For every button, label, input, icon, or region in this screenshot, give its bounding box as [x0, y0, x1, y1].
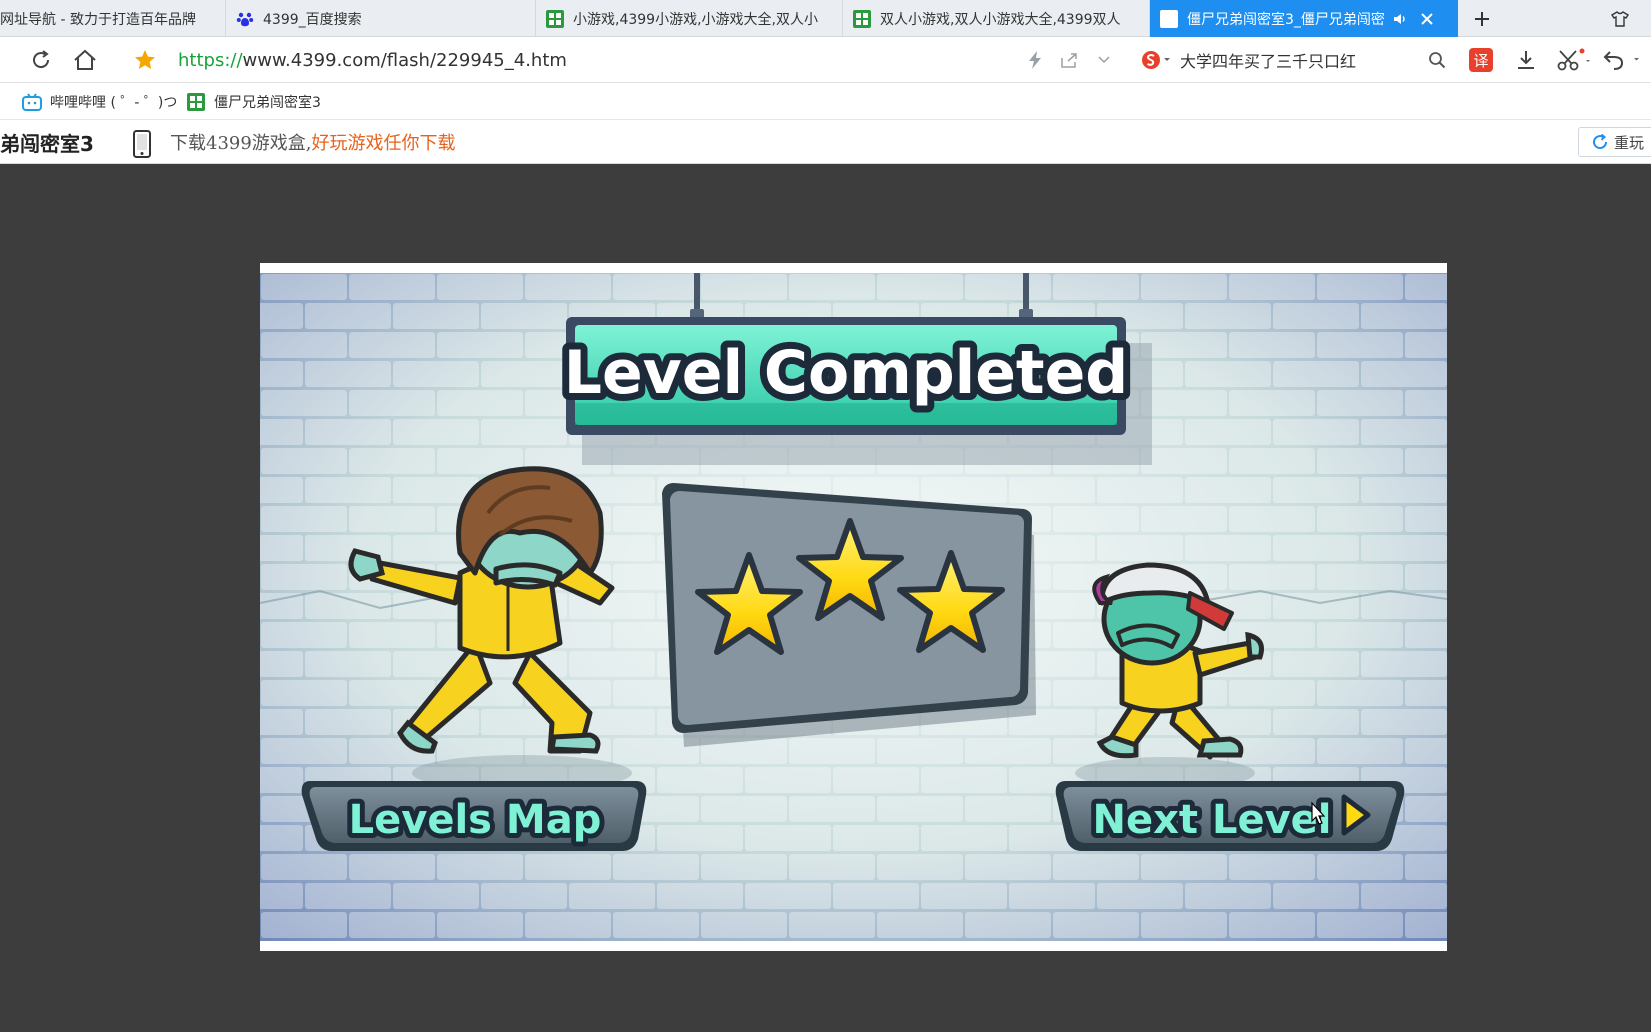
- game-canvas[interactable]: Level Completed Level Completed Levels M…: [260, 273, 1447, 941]
- sogou-logo-icon: [1142, 51, 1170, 69]
- undo-icon: [1603, 51, 1639, 70]
- game-box-promo[interactable]: 下载4399游戏盒, 好玩游戏任你下载: [170, 120, 456, 164]
- levels-map-button[interactable]: Levels Map Levels Map: [301, 781, 647, 851]
- speaker-icon[interactable]: [1393, 12, 1407, 26]
- page-title: 弟闯密室3: [0, 131, 94, 156]
- translate-icon: 译: [1469, 48, 1493, 72]
- banner-text: Level Completed: [564, 338, 1129, 408]
- screenshot-button[interactable]: [1554, 37, 1594, 83]
- chevron-down-icon: [1098, 56, 1110, 64]
- promo-text: 下载4399游戏盒,: [170, 133, 312, 154]
- search-text: 大学四年买了三千只口红: [1180, 52, 1357, 71]
- translate-label: 译: [1473, 51, 1489, 70]
- url-field[interactable]: https://www.4399.com/flash/229945_4.htm: [178, 37, 567, 83]
- address-bar: https://www.4399.com/flash/229945_4.htm …: [0, 37, 1651, 83]
- 4399-logo-icon: [1160, 9, 1178, 28]
- 4399-logo-icon: [186, 92, 206, 112]
- undo-button[interactable]: [1600, 37, 1644, 83]
- bookmark-label: 僵尸兄弟闯密室3: [214, 94, 321, 111]
- next-level-label: Next Level: [1093, 797, 1332, 843]
- translate-button[interactable]: 译: [1468, 37, 1494, 83]
- tab-label: 双人小游戏,双人小游戏大全,4399双人: [880, 11, 1121, 28]
- search-button[interactable]: [1424, 37, 1450, 83]
- game-page-header: 弟闯密室3 下载4399游戏盒, 好玩游戏任你下载 重玩: [0, 120, 1651, 164]
- download-button[interactable]: [1512, 37, 1540, 83]
- speed-mode-button[interactable]: [1024, 37, 1046, 83]
- download-icon: [1518, 51, 1534, 69]
- tab-baidu-search[interactable]: 4399_百度搜索: [226, 0, 536, 37]
- replay-label: 重玩: [1614, 133, 1645, 152]
- replay-icon: [1593, 133, 1608, 150]
- tshirt-icon: [1611, 10, 1629, 27]
- star-icon: [135, 50, 155, 69]
- share-icon: [1061, 53, 1077, 68]
- tab-label: 僵尸兄弟闯密室3_僵尸兄弟闯密: [1187, 11, 1385, 28]
- bookmarks-bar: 哔哩哔哩 ( ゜- ゜)つ 僵尸兄弟闯密室3: [0, 83, 1651, 120]
- replay-button[interactable]: 重玩: [1578, 127, 1651, 157]
- baidu-paw-icon: [236, 10, 254, 28]
- share-button[interactable]: [1058, 37, 1080, 83]
- search-icon: [1429, 52, 1446, 69]
- bookmark-zombie-brothers[interactable]: 僵尸兄弟闯密室3: [186, 83, 321, 120]
- tab-label: 小游戏,4399小游戏,小游戏大全,双人小: [573, 11, 818, 28]
- reload-icon: [33, 50, 50, 69]
- tab-2p-games[interactable]: 双人小游戏,双人小游戏大全,4399双人: [843, 0, 1150, 37]
- scissors-icon: [1557, 48, 1590, 71]
- new-tab-button[interactable]: [1470, 0, 1494, 37]
- home-button[interactable]: [70, 37, 100, 83]
- tab-nav-portal[interactable]: 网址导航 - 致力于打造百年品牌: [0, 0, 226, 37]
- search-input[interactable]: 大学四年买了三千只口红: [1180, 37, 1356, 83]
- search-engine-selector[interactable]: [1138, 37, 1174, 83]
- phone-icon: [132, 130, 152, 162]
- bilibili-tv-icon: [22, 92, 42, 112]
- levels-map-label: Levels Map: [349, 797, 602, 843]
- lightning-icon: [1029, 51, 1041, 69]
- game-frame: Level Completed Level Completed Levels M…: [260, 263, 1447, 951]
- tab-bar: 网址导航 - 致力于打造百年品牌 4399_百度搜索 小游戏,4399小游戏,小…: [0, 0, 1651, 37]
- tab-label: 4399_百度搜索: [263, 11, 362, 28]
- close-tab-icon[interactable]: [1421, 12, 1433, 25]
- tab-zombie-brothers[interactable]: 僵尸兄弟闯密室3_僵尸兄弟闯密: [1150, 0, 1458, 37]
- bookmark-label: 哔哩哔哩 ( ゜- ゜)つ: [50, 94, 178, 111]
- plus-icon: [1475, 11, 1489, 26]
- reload-button[interactable]: [26, 37, 56, 83]
- favorite-button[interactable]: [130, 37, 160, 83]
- 4399-logo-icon: [546, 9, 564, 28]
- tab-label: 网址导航 - 致力于打造百年品牌: [0, 11, 196, 28]
- url-protocol: https://: [178, 49, 243, 71]
- tab-4399-games[interactable]: 小游戏,4399小游戏,小游戏大全,双人小: [536, 0, 843, 37]
- promo-highlight: 好玩游戏任你下载: [311, 133, 456, 154]
- address-dropdown[interactable]: [1094, 37, 1114, 83]
- url-path: www.4399.com/flash/229945_4.htm: [242, 49, 567, 71]
- bookmark-bilibili[interactable]: 哔哩哔哩 ( ゜- ゜)つ: [22, 83, 177, 120]
- next-level-button[interactable]: Next Level Next Level: [1055, 781, 1405, 851]
- skin-button[interactable]: [1608, 0, 1632, 37]
- 4399-logo-icon: [853, 9, 871, 28]
- home-icon: [74, 49, 96, 70]
